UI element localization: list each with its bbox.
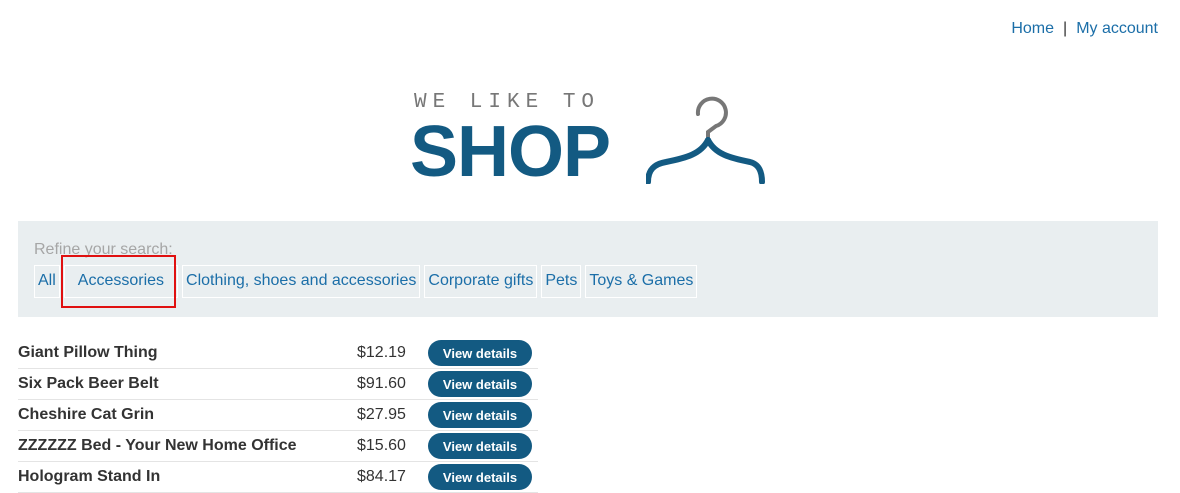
top-nav: Home | My account: [1011, 20, 1158, 38]
refine-search-panel: Refine your search: All Accessories Clot…: [18, 221, 1158, 317]
product-price: $91.60: [357, 375, 406, 392]
view-details-button[interactable]: View details: [428, 371, 532, 397]
refine-search-label: Refine your search:: [34, 241, 173, 258]
product-name: ZZZZZZ Bed - Your New Home Office: [18, 437, 297, 454]
product-row: Giant Pillow Thing $12.19 View details: [18, 338, 538, 369]
filter-toys-games[interactable]: Toys & Games: [585, 265, 698, 298]
filter-pets[interactable]: Pets: [541, 265, 582, 298]
view-details-button[interactable]: View details: [428, 433, 532, 459]
category-filter-list: All Accessories Clothing, shoes and acce…: [34, 265, 701, 298]
product-price: $12.19: [357, 344, 406, 361]
logo-tagline: WE LIKE TO: [414, 91, 601, 114]
product-row: Cheshire Cat Grin $27.95 View details: [18, 400, 538, 431]
product-row: Hologram Stand In $84.17 View details: [18, 462, 538, 493]
my-account-link[interactable]: My account: [1076, 20, 1158, 37]
product-list: Giant Pillow Thing $12.19 View details S…: [18, 338, 538, 493]
logo-wordmark: SHOP: [410, 112, 611, 192]
product-price: $15.60: [357, 437, 406, 454]
product-name: Hologram Stand In: [18, 468, 161, 485]
product-price: $27.95: [357, 406, 406, 423]
product-price: $84.17: [357, 468, 406, 485]
product-name: Six Pack Beer Belt: [18, 375, 159, 392]
nav-separator: |: [1063, 20, 1068, 37]
view-details-button[interactable]: View details: [428, 464, 532, 490]
product-row: Six Pack Beer Belt $91.60 View details: [18, 369, 538, 400]
product-name: Cheshire Cat Grin: [18, 406, 155, 423]
product-row: ZZZZZZ Bed - Your New Home Office $15.60…: [18, 431, 538, 462]
filter-accessories[interactable]: Accessories: [63, 265, 179, 298]
view-details-button[interactable]: View details: [428, 402, 532, 428]
hanger-icon: [646, 96, 765, 184]
site-logo[interactable]: WE LIKE TO SHOP: [408, 90, 768, 192]
filter-clothing-shoes-accessories[interactable]: Clothing, shoes and accessories: [182, 265, 421, 298]
product-name: Giant Pillow Thing: [18, 344, 158, 361]
home-link[interactable]: Home: [1011, 20, 1054, 37]
view-details-button[interactable]: View details: [428, 340, 532, 366]
filter-corporate-gifts[interactable]: Corporate gifts: [424, 265, 538, 298]
filter-all[interactable]: All: [34, 265, 60, 298]
